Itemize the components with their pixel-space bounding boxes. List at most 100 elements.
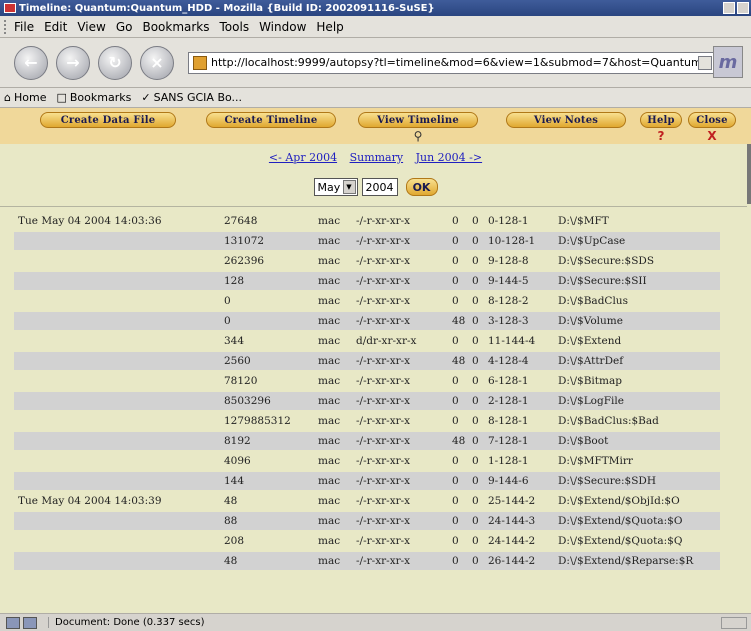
url-dropdown-button[interactable] [698, 55, 712, 70]
cell-date [14, 252, 220, 270]
cell-name: D:\/$Volume [554, 312, 720, 330]
cell-mode: -/-r-xr-xr-x [352, 392, 448, 410]
menu-file[interactable]: File [14, 20, 34, 34]
create-timeline-button[interactable]: Create Timeline [206, 112, 336, 128]
cell-mode: -/-r-xr-xr-x [352, 272, 448, 290]
cell-size: 88 [220, 512, 314, 530]
menu-help[interactable]: Help [316, 20, 343, 34]
cell-mode: -/-r-xr-xr-x [356, 215, 411, 227]
cell-uid: 0 [448, 392, 468, 410]
minimize-button[interactable] [723, 2, 735, 14]
cell-type: mac [314, 232, 352, 250]
cell-meta: 9-144-6 [484, 472, 554, 490]
menu-edit[interactable]: Edit [44, 20, 67, 34]
cell-size: 344 [224, 335, 245, 347]
cell-meta: 26-144-2 [484, 552, 554, 570]
summary-link[interactable]: Summary [350, 151, 404, 164]
menubar-grip[interactable] [4, 19, 8, 34]
mail-icon[interactable] [6, 616, 20, 629]
cell-name: D:\/$Secure:$SII [554, 272, 720, 290]
stop-button[interactable]: × [140, 45, 174, 80]
bookmarks-link[interactable]: □ Bookmarks [56, 91, 131, 104]
cell-size: 27648 [224, 215, 258, 227]
sans-gcia-bookmark[interactable]: ✓ SANS GCIA Bo... [141, 91, 242, 104]
close-x-icon[interactable]: X [702, 129, 722, 143]
autopsy-toolbar: Create Data File Create Timeline View Ti… [0, 108, 751, 144]
bookmarks-folder-icon: □ [56, 91, 67, 104]
window-menu-icon[interactable] [4, 3, 16, 13]
cell-name: D:\/$Extend/$ObjId:$O [558, 495, 680, 507]
menu-window[interactable]: Window [259, 20, 306, 34]
cell-name: D:\/$Secure:$SDS [558, 255, 655, 267]
next-month-link[interactable]: Jun 2004 -> [416, 151, 483, 164]
table-row: 208 mac -/-r-xr-xr-x 0 0 24-144-2 D:\/$Extend/… [14, 532, 720, 550]
back-button[interactable]: ← [14, 45, 48, 80]
cell-uid: 0 [452, 335, 459, 347]
cell-meta: 25-144-2 [488, 495, 536, 507]
cell-uid: 0 [448, 232, 468, 250]
cell-mode: -/-r-xr-xr-x [356, 415, 411, 427]
cell-date [14, 452, 220, 470]
cell-mode: -/-r-xr-xr-x [352, 472, 448, 490]
menu-tools[interactable]: Tools [220, 20, 250, 34]
reload-button[interactable]: ↻ [98, 45, 132, 80]
cell-name: D:\/$AttrDef [554, 352, 720, 370]
create-data-file-button[interactable]: Create Data File [40, 112, 176, 128]
cell-name: D:\/$MFT [558, 215, 609, 227]
cell-type: mac [318, 335, 341, 347]
cell-gid: 0 [472, 415, 479, 427]
ok-button[interactable]: OK [405, 178, 438, 196]
online-status-icon [721, 617, 747, 629]
cell-size: 0 [224, 295, 231, 307]
page-content: Create Data File Create Timeline View Ti… [0, 108, 751, 613]
forward-button[interactable]: → [56, 45, 90, 80]
table-row: 144 mac -/-r-xr-xr-x 0 0 9-144-6 D:\/$Secure:$… [14, 472, 720, 490]
cell-name: D:\/$LogFile [554, 392, 720, 410]
menu-go[interactable]: Go [116, 20, 133, 34]
back-arrow-icon: ← [24, 53, 38, 72]
cell-uid: 0 [448, 472, 468, 490]
url-bar[interactable]: http://localhost:9999/autopsy?tl=timelin… [188, 51, 716, 74]
url-text[interactable]: http://localhost:9999/autopsy?tl=timelin… [211, 56, 698, 69]
cell-name: D:\/$Extend [558, 335, 622, 347]
cell-size: 128 [220, 272, 314, 290]
table-row: Tue May 04 2004 14:03:39 48 mac -/-r-xr-xr-… [14, 492, 720, 510]
divider [0, 206, 747, 207]
cell-meta: 8-128-2 [488, 295, 529, 307]
view-notes-button[interactable]: View Notes [506, 112, 626, 128]
cell-date [14, 372, 220, 390]
cell-gid: 0 [472, 295, 479, 307]
cell-uid: 48 [448, 312, 468, 330]
cell-gid: 0 [472, 335, 479, 347]
year-input[interactable]: 2004 [361, 178, 398, 196]
stop-icon: × [150, 53, 164, 72]
chevron-down-icon[interactable]: ▼ [342, 180, 356, 194]
cell-gid: 0 [468, 312, 484, 330]
close-button[interactable]: Close [688, 112, 736, 128]
view-timeline-button[interactable]: View Timeline [358, 112, 478, 128]
menu-view[interactable]: View [77, 20, 105, 34]
cell-uid: 0 [452, 495, 459, 507]
mozilla-throbber-icon[interactable]: m [713, 46, 743, 78]
cell-date [14, 532, 220, 550]
home-link[interactable]: ⌂ Home [4, 91, 46, 104]
cell-size: 48 [220, 552, 314, 570]
cell-mode: -/-r-xr-xr-x [352, 512, 448, 530]
cell-meta: 6-128-1 [488, 375, 529, 387]
cell-mode: -/-r-xr-xr-x [356, 495, 411, 507]
month-select[interactable]: May ▼ [313, 178, 358, 196]
cell-type: mac [318, 455, 341, 467]
maximize-button[interactable] [737, 2, 749, 14]
prev-month-link[interactable]: <- Apr 2004 [269, 151, 337, 164]
window-title-bar: Timeline: Quantum:Quantum_HDD - Mozilla … [0, 0, 751, 16]
cell-type: mac [318, 255, 341, 267]
menu-bookmarks[interactable]: Bookmarks [142, 20, 209, 34]
cell-mode: -/-r-xr-xr-x [356, 455, 411, 467]
cell-date [14, 272, 220, 290]
cell-meta: 2-128-1 [484, 392, 554, 410]
help-question-icon[interactable]: ? [651, 129, 671, 143]
cell-gid: 0 [468, 552, 484, 570]
help-button[interactable]: Help [640, 112, 682, 128]
cell-uid: 0 [452, 215, 459, 227]
cell-type: mac [314, 512, 352, 530]
